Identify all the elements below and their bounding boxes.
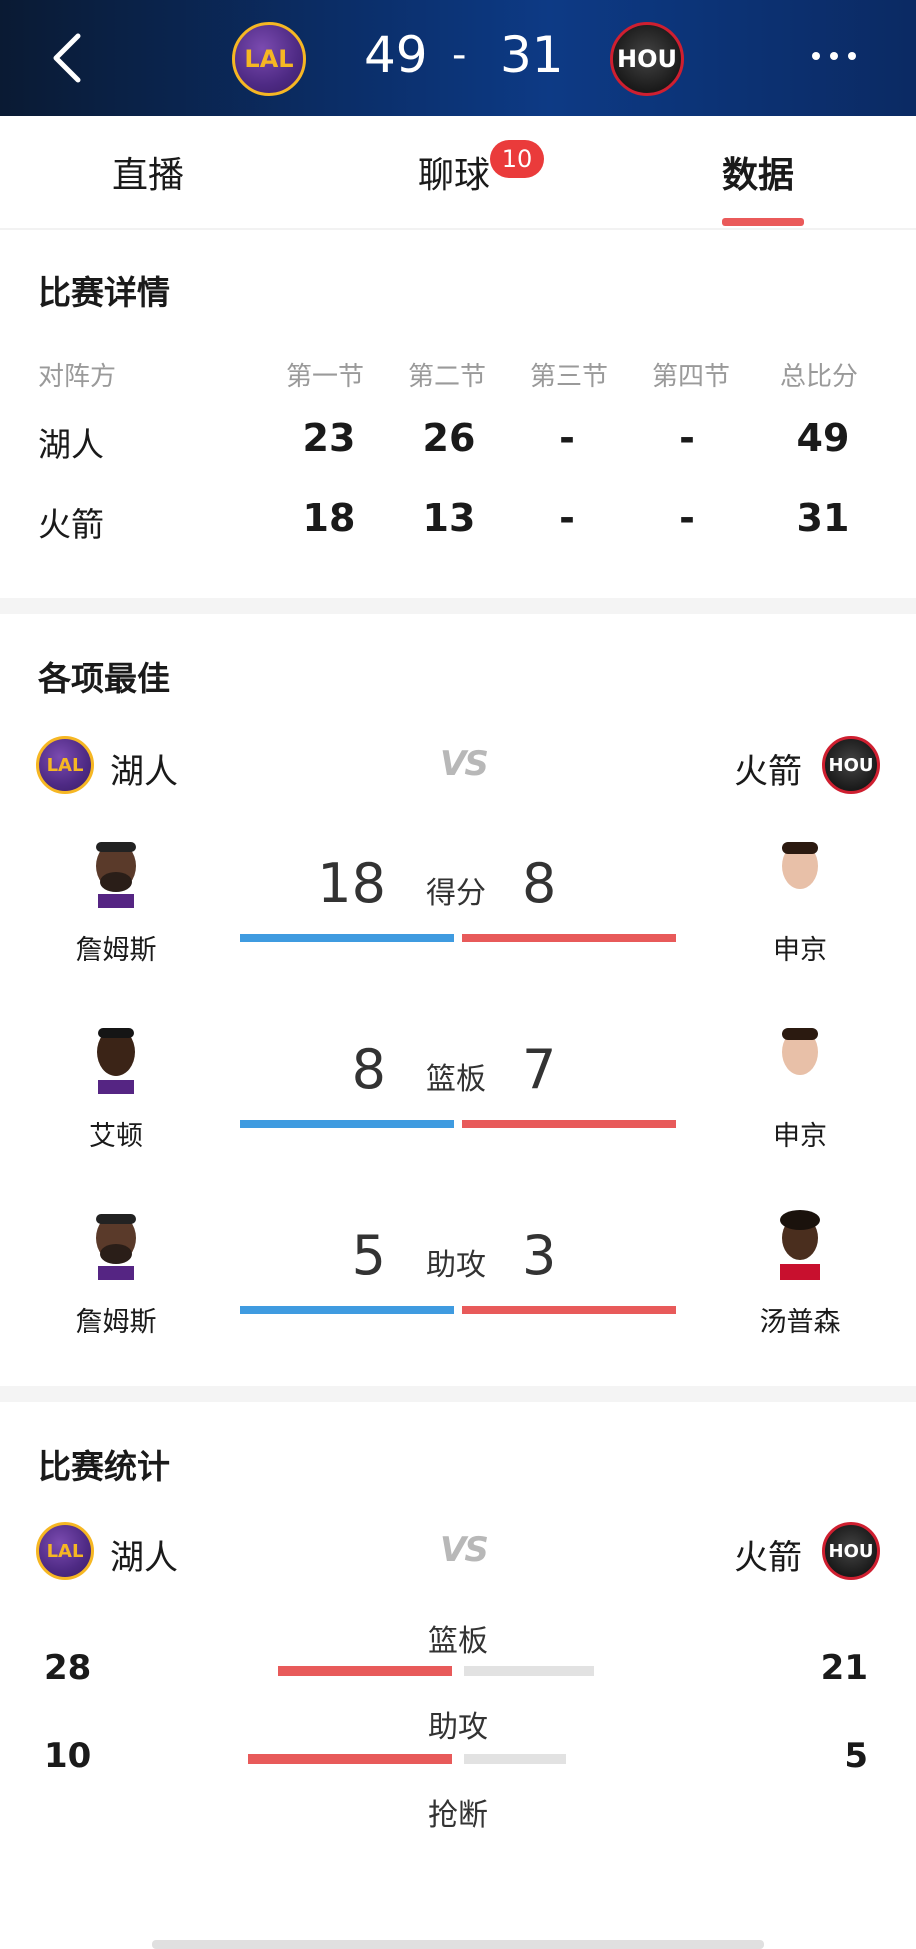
lakers-q4: - xyxy=(679,416,695,460)
leader-assists-away-value: 3 xyxy=(522,1224,557,1287)
active-tab-indicator xyxy=(722,218,804,226)
rockets-logo: HOU xyxy=(610,22,684,96)
home-indicator xyxy=(152,1940,764,1949)
leader-assists-home-bar xyxy=(240,1306,454,1314)
column-header-q3: 第三节 xyxy=(530,362,609,392)
section-divider xyxy=(0,598,916,614)
rockets-q1: 18 xyxy=(302,496,356,540)
leader-rebounds-away-value: 7 xyxy=(522,1038,557,1101)
leader-rebounds-home-player: 艾顿 xyxy=(89,1121,143,1152)
lakers-logo: LAL xyxy=(36,736,94,794)
leader-points-away-value: 8 xyxy=(522,852,557,915)
stat-rebounds-away: 21 xyxy=(820,1648,868,1688)
leader-points-away-bar xyxy=(462,934,676,942)
column-header-q4: 第四节 xyxy=(652,362,731,392)
section-title-stats: 比赛统计 xyxy=(38,1447,170,1486)
leader-rebounds-away-bar xyxy=(462,1120,676,1128)
vs-label: VS xyxy=(440,1530,489,1570)
player-headshot-thompson xyxy=(780,1210,820,1280)
stat-rebounds-away-bar xyxy=(464,1666,594,1676)
column-header-q2: 第二节 xyxy=(408,362,487,392)
chat-count-badge: 10 xyxy=(490,140,544,178)
lakers-q2: 26 xyxy=(422,416,476,460)
stat-assists-label: 助攻 xyxy=(428,1710,488,1745)
home-team-name: 湖人 xyxy=(110,1538,178,1578)
leader-points-home-player: 詹姆斯 xyxy=(75,935,157,966)
tab-data[interactable]: 数据 xyxy=(722,146,794,198)
player-headshot-james xyxy=(96,842,136,908)
game-header: LAL 49 - 31 HOU xyxy=(0,0,916,116)
rockets-logo: HOU xyxy=(822,1522,880,1580)
player-headshot-ayton xyxy=(97,1028,135,1094)
away-team-name: 火箭 xyxy=(734,1538,802,1578)
leader-assists-away-player: 汤普森 xyxy=(759,1307,841,1338)
section-title-leaders: 各项最佳 xyxy=(38,659,170,698)
home-team-name: 湖人 xyxy=(110,752,178,792)
rockets-q3: - xyxy=(559,496,575,540)
stat-assists-home: 10 xyxy=(44,1736,92,1776)
rockets-q2: 13 xyxy=(422,496,476,540)
dot-icon xyxy=(812,52,820,60)
leader-assists-away-bar xyxy=(462,1306,676,1314)
player-headshot-james xyxy=(96,1214,136,1280)
lakers-logo: LAL xyxy=(232,22,306,96)
player-headshot-sengun xyxy=(782,842,818,908)
leader-assists-home-value: 5 xyxy=(351,1224,386,1287)
dot-icon xyxy=(830,52,838,60)
more-menu-button[interactable] xyxy=(812,52,856,60)
tab-live[interactable]: 直播 xyxy=(112,146,184,198)
stat-rebounds-label: 篮板 xyxy=(428,1624,488,1659)
leader-points-away-player: 申京 xyxy=(773,935,827,966)
lakers-q3: - xyxy=(559,416,575,460)
away-team-name: 火箭 xyxy=(734,752,802,792)
rockets-logo: HOU xyxy=(822,736,880,794)
rockets-q4: - xyxy=(679,496,695,540)
stat-steals-label: 抢断 xyxy=(428,1798,488,1833)
leader-points-label: 得分 xyxy=(426,876,486,911)
stat-rebounds-home-bar xyxy=(278,1666,452,1676)
stat-assists-away: 5 xyxy=(844,1736,868,1776)
back-button[interactable] xyxy=(44,30,88,86)
vs-label: VS xyxy=(440,744,489,784)
leader-points-home-bar xyxy=(240,934,454,942)
away-score: 31 xyxy=(500,26,564,84)
leader-points-home-value: 18 xyxy=(317,852,386,915)
tab-chat[interactable]: 聊球 xyxy=(418,146,490,198)
rockets-total: 31 xyxy=(796,496,850,540)
row-team-rockets: 火箭 xyxy=(38,505,104,544)
leader-rebounds-label: 篮板 xyxy=(426,1062,486,1097)
leader-assists-home-player: 詹姆斯 xyxy=(75,1307,157,1338)
stat-assists-away-bar xyxy=(464,1754,566,1764)
row-team-lakers: 湖人 xyxy=(38,425,104,464)
column-header-total: 总比分 xyxy=(780,362,859,392)
lakers-q1: 23 xyxy=(302,416,356,460)
score-dash: - xyxy=(452,32,467,78)
column-header-q1: 第一节 xyxy=(286,362,365,392)
section-divider xyxy=(0,1386,916,1402)
section-title-match-details: 比赛详情 xyxy=(38,273,170,312)
dot-icon xyxy=(848,52,856,60)
home-score: 49 xyxy=(364,26,428,84)
leader-rebounds-away-player: 申京 xyxy=(773,1121,827,1152)
player-headshot-sengun xyxy=(782,1028,818,1094)
lakers-total: 49 xyxy=(796,416,850,460)
leader-rebounds-home-value: 8 xyxy=(351,1038,386,1101)
stat-assists-home-bar xyxy=(248,1754,452,1764)
column-header-team: 对阵方 xyxy=(38,362,117,392)
stat-rebounds-home: 28 xyxy=(44,1648,92,1688)
leader-assists-label: 助攻 xyxy=(426,1248,486,1283)
chevron-left-icon xyxy=(53,33,81,83)
divider xyxy=(0,228,916,230)
leader-rebounds-home-bar xyxy=(240,1120,454,1128)
lakers-logo: LAL xyxy=(36,1522,94,1580)
